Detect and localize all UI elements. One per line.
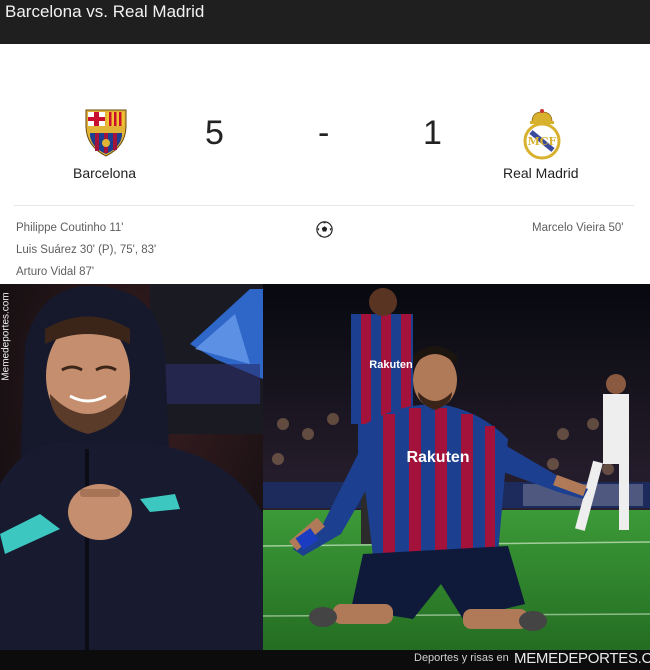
svg-text:MCF: MCF: [528, 135, 557, 148]
home-scorer: Arturo Vidal 87': [16, 266, 95, 278]
home-team-name[interactable]: Barcelona: [73, 165, 136, 181]
score-divider: [14, 205, 634, 206]
photo-player-celebration: Rakuten Rakuten: [263, 284, 650, 650]
away-score: 1: [423, 114, 442, 152]
home-score: 5: [205, 114, 224, 152]
home-scorer: Philippe Coutinho 11': [16, 222, 124, 234]
photo-player-hoodie: [0, 284, 263, 650]
match-header: Barcelona vs. Real Madrid: [0, 0, 650, 44]
back-player-sponsor: Rakuten: [369, 359, 413, 371]
footer-brand[interactable]: MEMEDEPORTES.COM: [514, 650, 650, 667]
footer-watermark: Deportes y risas en MEMEDEPORTES.COM: [0, 650, 650, 670]
home-scorer: Luis Suárez 30' (P), 75', 83': [16, 244, 157, 256]
footer-tagline: Deportes y risas en: [414, 652, 509, 664]
away-scorer: Marcelo Vieira 50': [532, 222, 624, 234]
celebration-illustration: Rakuten Rakuten: [263, 284, 650, 650]
match-title: Barcelona vs. Real Madrid: [5, 2, 205, 21]
side-watermark: Memedeportes.com: [0, 292, 12, 381]
jersey-sponsor: Rakuten: [406, 449, 469, 466]
barcelona-crest-icon: [85, 109, 127, 157]
hoodie-player-illustration: [0, 284, 263, 650]
real-madrid-crest-icon: MCF: [523, 109, 561, 160]
away-team-name[interactable]: Real Madrid: [503, 165, 578, 181]
score-card[interactable]: Barcelona 5 - 1 MCF Real Madrid Philippe…: [0, 44, 650, 284]
soccer-ball-icon: [316, 221, 333, 238]
score-separator: -: [318, 114, 330, 152]
